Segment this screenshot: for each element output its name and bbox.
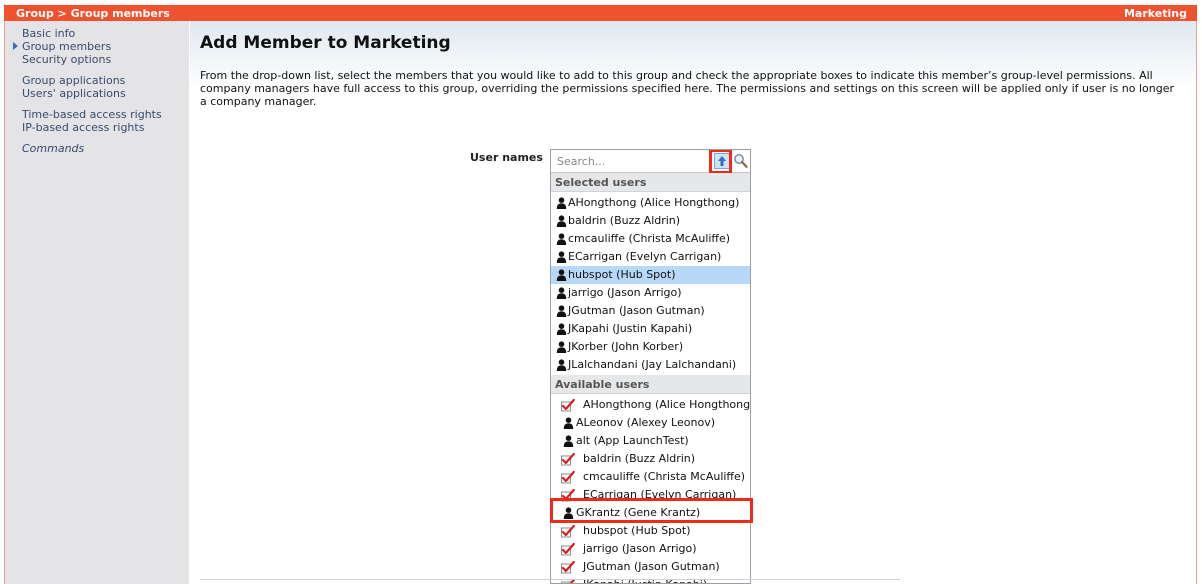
user-icon xyxy=(556,269,567,281)
available-user-row[interactable]: jarrigo (Jason Arrigo) xyxy=(551,540,750,558)
available-user-row[interactable]: ECarrigan (Evelyn Carrigan) xyxy=(551,486,750,504)
available-user-label: jarrigo (Jason Arrigo) xyxy=(583,542,697,555)
selected-user-row[interactable]: hubspot (Hub Spot) xyxy=(551,266,750,284)
selected-user-label: hubspot (Hub Spot) xyxy=(568,268,676,281)
available-user-label: cmcauliffe (Christa McAuliffe) xyxy=(583,470,746,483)
top-bar: Group > Group members Marketing xyxy=(4,5,1197,21)
user-icon xyxy=(556,305,567,317)
selected-user-label: AHongthong (Alice Hongthong) xyxy=(568,196,740,209)
user-icon xyxy=(556,341,567,353)
search-bar xyxy=(551,150,750,174)
sidebar: Basic info Group members Security option… xyxy=(5,21,189,584)
available-user-label: hubspot (Hub Spot) xyxy=(583,524,691,537)
group-name-label: Marketing xyxy=(1123,7,1187,20)
user-icon xyxy=(563,507,574,519)
available-user-label: JKapahi (Justin Kapahi) xyxy=(583,576,707,583)
checked-icon[interactable] xyxy=(561,398,575,412)
available-user-row[interactable]: cmcauliffe (Christa McAuliffe) xyxy=(551,468,750,486)
selected-user-label: cmcauliffe (Christa McAuliffe) xyxy=(568,232,731,245)
divider xyxy=(200,579,900,580)
available-user-row[interactable]: JGutman (Jason Gutman) xyxy=(551,558,750,576)
user-icon xyxy=(563,435,574,447)
selected-user-label: JKorber (John Korber) xyxy=(568,340,684,353)
search-input[interactable] xyxy=(553,152,711,170)
selected-user-row[interactable]: jarrigo (Jason Arrigo) xyxy=(551,284,750,302)
available-user-label: ALeonov (Alexey Leonov) xyxy=(576,416,715,429)
sidebar-item-ip-based-access[interactable]: IP-based access rights xyxy=(22,121,144,134)
search-button[interactable] xyxy=(733,153,748,169)
available-user-row[interactable]: baldrin (Buzz Aldrin) xyxy=(551,450,750,468)
sidebar-item-security-options[interactable]: Security options xyxy=(22,53,111,66)
sidebar-item-time-based-access[interactable]: Time-based access rights xyxy=(22,108,162,121)
selected-user-label: jarrigo (Jason Arrigo) xyxy=(568,286,682,299)
available-user-label: GKrantz (Gene Krantz) xyxy=(576,506,701,519)
checked-icon[interactable] xyxy=(561,542,575,556)
user-icon xyxy=(556,215,567,227)
selected-user-label: JLalchandani (Jay Lalchandani) xyxy=(568,358,737,371)
selected-user-row[interactable]: JGutman (Jason Gutman) xyxy=(551,302,750,320)
main-content: Add Member to Marketing From the drop-do… xyxy=(190,21,1196,584)
available-user-label: JGutman (Jason Gutman) xyxy=(583,560,720,573)
search-icon xyxy=(734,154,748,168)
user-picker: Selected users AHongthong (Alice Hongtho… xyxy=(550,149,751,584)
user-icon xyxy=(556,251,567,263)
available-user-label: baldrin (Buzz Aldrin) xyxy=(583,452,696,465)
available-user-row[interactable]: GKrantz (Gene Krantz) xyxy=(551,504,750,522)
user-icon xyxy=(556,287,567,299)
up-arrow-icon xyxy=(718,156,726,166)
selected-user-label: JGutman (Jason Gutman) xyxy=(568,304,705,317)
available-user-label: alt (App LaunchTest) xyxy=(576,434,689,447)
user-icon xyxy=(556,323,567,335)
checked-icon[interactable] xyxy=(561,470,575,484)
selected-user-label: baldrin (Buzz Aldrin) xyxy=(568,214,681,227)
available-user-row[interactable]: JKapahi (Justin Kapahi) xyxy=(551,576,750,583)
sidebar-item-group-applications[interactable]: Group applications xyxy=(22,74,125,87)
selected-user-row[interactable]: JKapahi (Justin Kapahi) xyxy=(551,320,750,338)
page-title: Add Member to Marketing xyxy=(200,33,451,53)
user-names-label: User names xyxy=(470,151,543,164)
sidebar-item-basic-info[interactable]: Basic info xyxy=(22,27,75,40)
sidebar-item-users-applications[interactable]: Users' applications xyxy=(22,87,126,100)
checked-icon[interactable] xyxy=(561,452,575,466)
selected-users-header: Selected users xyxy=(551,173,750,192)
selected-user-row[interactable]: ECarrigan (Evelyn Carrigan) xyxy=(551,248,750,266)
selected-user-label: JKapahi (Justin Kapahi) xyxy=(568,322,693,335)
user-icon xyxy=(563,417,574,429)
checked-icon[interactable] xyxy=(561,524,575,538)
selected-user-row[interactable]: JKorber (John Korber) xyxy=(551,338,750,356)
available-user-row[interactable]: ALeonov (Alexey Leonov) xyxy=(551,414,750,432)
available-user-row[interactable]: hubspot (Hub Spot) xyxy=(551,522,750,540)
user-icon xyxy=(556,233,567,245)
user-icon xyxy=(556,197,567,209)
checked-icon[interactable] xyxy=(561,488,575,502)
available-user-row[interactable]: AHongthong (Alice Hongthong) xyxy=(551,396,750,414)
available-user-row[interactable]: alt (App LaunchTest) xyxy=(551,432,750,450)
sidebar-item-commands[interactable]: Commands xyxy=(22,142,84,155)
available-user-label: AHongthong (Alice Hongthong) xyxy=(583,398,751,411)
selected-user-row[interactable]: AHongthong (Alice Hongthong) xyxy=(551,194,750,212)
selected-user-row[interactable]: baldrin (Buzz Aldrin) xyxy=(551,212,750,230)
user-icon xyxy=(556,359,567,371)
sidebar-item-group-members[interactable]: Group members xyxy=(22,40,111,53)
checked-icon[interactable] xyxy=(561,560,575,574)
breadcrumb[interactable]: Group > Group members xyxy=(16,7,170,20)
page-description: From the drop-down list, select the memb… xyxy=(200,69,1175,108)
available-user-label: ECarrigan (Evelyn Carrigan) xyxy=(583,488,737,501)
selected-user-row[interactable]: JLalchandani (Jay Lalchandani) xyxy=(551,356,750,374)
selected-user-label: ECarrigan (Evelyn Carrigan) xyxy=(568,250,722,263)
collapse-button[interactable] xyxy=(714,153,730,169)
active-arrow-icon xyxy=(13,42,18,50)
available-users-header: Available users xyxy=(551,375,750,394)
selected-user-row[interactable]: cmcauliffe (Christa McAuliffe) xyxy=(551,230,750,248)
